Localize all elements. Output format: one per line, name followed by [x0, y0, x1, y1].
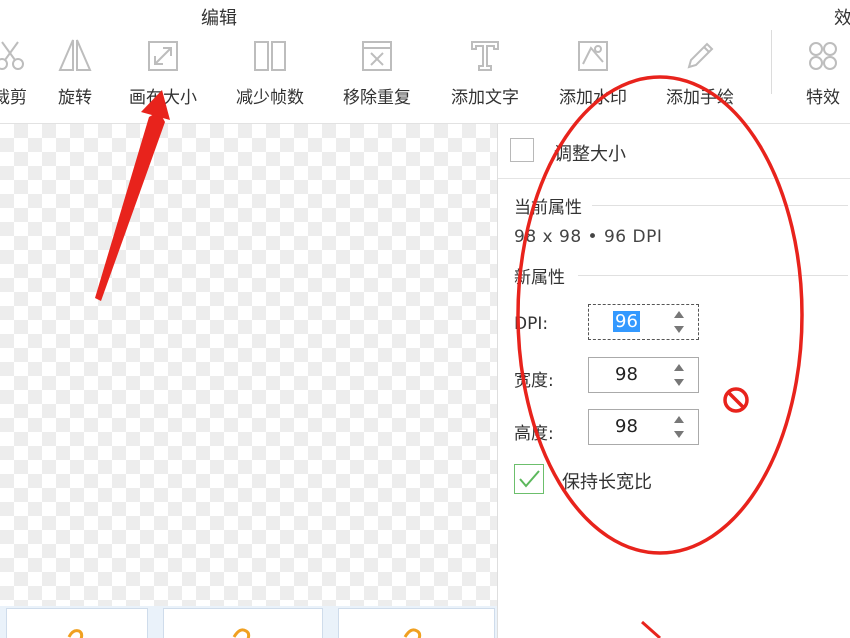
decrement-arrow-icon[interactable] [674, 379, 684, 386]
frame-image [232, 628, 251, 638]
dpi-stepper[interactable]: 96 [588, 304, 699, 340]
keep-aspect-ratio-label: 保持长宽比 [562, 472, 652, 493]
increment-arrow-icon[interactable] [674, 311, 684, 318]
frame-thumbnail[interactable] [338, 608, 495, 638]
canvas-resize-icon [148, 41, 178, 71]
height-value[interactable]: 98 [613, 416, 640, 437]
width-label: 宽度: [514, 371, 554, 391]
resize-panel: 调整大小 当前属性 98 x 98 • 96 DPI 新属性 DPI: 96 宽… [498, 124, 850, 638]
rotate-button[interactable]: 旋转 [45, 36, 105, 116]
reduce-frames-label: 减少帧数 [236, 88, 304, 108]
frame-image [403, 628, 422, 638]
frame-thumbnail[interactable] [163, 608, 323, 638]
height-label: 高度: [514, 424, 554, 444]
new-properties-heading: 新属性 [514, 268, 565, 288]
current-properties-heading: 当前属性 [514, 198, 582, 218]
crop-button[interactable]: 裁剪 [0, 36, 40, 116]
width-value[interactable]: 98 [613, 364, 640, 385]
panel-title: 调整大小 [554, 144, 626, 165]
increment-arrow-icon[interactable] [674, 416, 684, 423]
add-drawing-label: 添加手绘 [666, 88, 734, 108]
remove-duplicate-icon [362, 41, 392, 71]
image-canvas[interactable] [0, 124, 497, 606]
add-text-label: 添加文字 [451, 88, 519, 108]
increment-arrow-icon[interactable] [674, 364, 684, 371]
width-stepper[interactable]: 98 [588, 357, 699, 393]
reduce-frames-button[interactable]: 减少帧数 [227, 36, 313, 116]
canvas-size-button[interactable]: 画布大小 [120, 36, 206, 116]
add-text-button[interactable]: 添加文字 [442, 36, 528, 116]
effects-label: 特效 [806, 88, 840, 108]
add-drawing-button[interactable]: 添加手绘 [657, 36, 743, 116]
decrement-arrow-icon[interactable] [674, 326, 684, 333]
watermark-icon [578, 41, 608, 71]
frame-thumbnail[interactable] [6, 608, 148, 638]
section-divider [578, 275, 848, 276]
canvas-size-label: 画布大小 [129, 88, 197, 108]
panel-header: 调整大小 [498, 124, 850, 179]
frames-icon [254, 41, 286, 71]
frame-image [67, 629, 84, 638]
text-icon [471, 41, 499, 71]
toolbar-ribbon: 编辑 效 裁剪 旋转 画布大小 减少帧数 移除重复 添加文字 添加水印 添加手绘… [0, 0, 850, 124]
effects-button[interactable]: 特效 [793, 36, 850, 116]
add-watermark-button[interactable]: 添加水印 [550, 36, 636, 116]
current-properties-value: 98 x 98 • 96 DPI [514, 227, 663, 247]
group-title-effects: 效 [834, 8, 850, 29]
decrement-arrow-icon[interactable] [674, 431, 684, 438]
pencil-icon [687, 42, 714, 69]
crop-icon [0, 41, 24, 70]
remove-duplicates-label: 移除重复 [343, 88, 411, 108]
remove-duplicates-button[interactable]: 移除重复 [334, 36, 420, 116]
height-stepper[interactable]: 98 [588, 409, 699, 445]
dpi-label: DPI: [514, 314, 549, 334]
checkmark-icon [519, 470, 540, 488]
not-allowed-cursor-icon [723, 387, 749, 413]
rotate-label: 旋转 [58, 88, 92, 108]
dpi-value[interactable]: 96 [613, 311, 640, 332]
section-divider [592, 205, 848, 206]
crop-label: 裁剪 [0, 88, 27, 108]
add-watermark-label: 添加水印 [559, 88, 627, 108]
rotate-icon [58, 39, 92, 71]
ribbon-separator [771, 30, 772, 94]
effects-icon [809, 42, 837, 70]
group-title-edit: 编辑 [201, 8, 237, 29]
keep-aspect-ratio-checkbox[interactable] [514, 464, 544, 494]
resize-toggle-checkbox[interactable] [510, 138, 534, 162]
